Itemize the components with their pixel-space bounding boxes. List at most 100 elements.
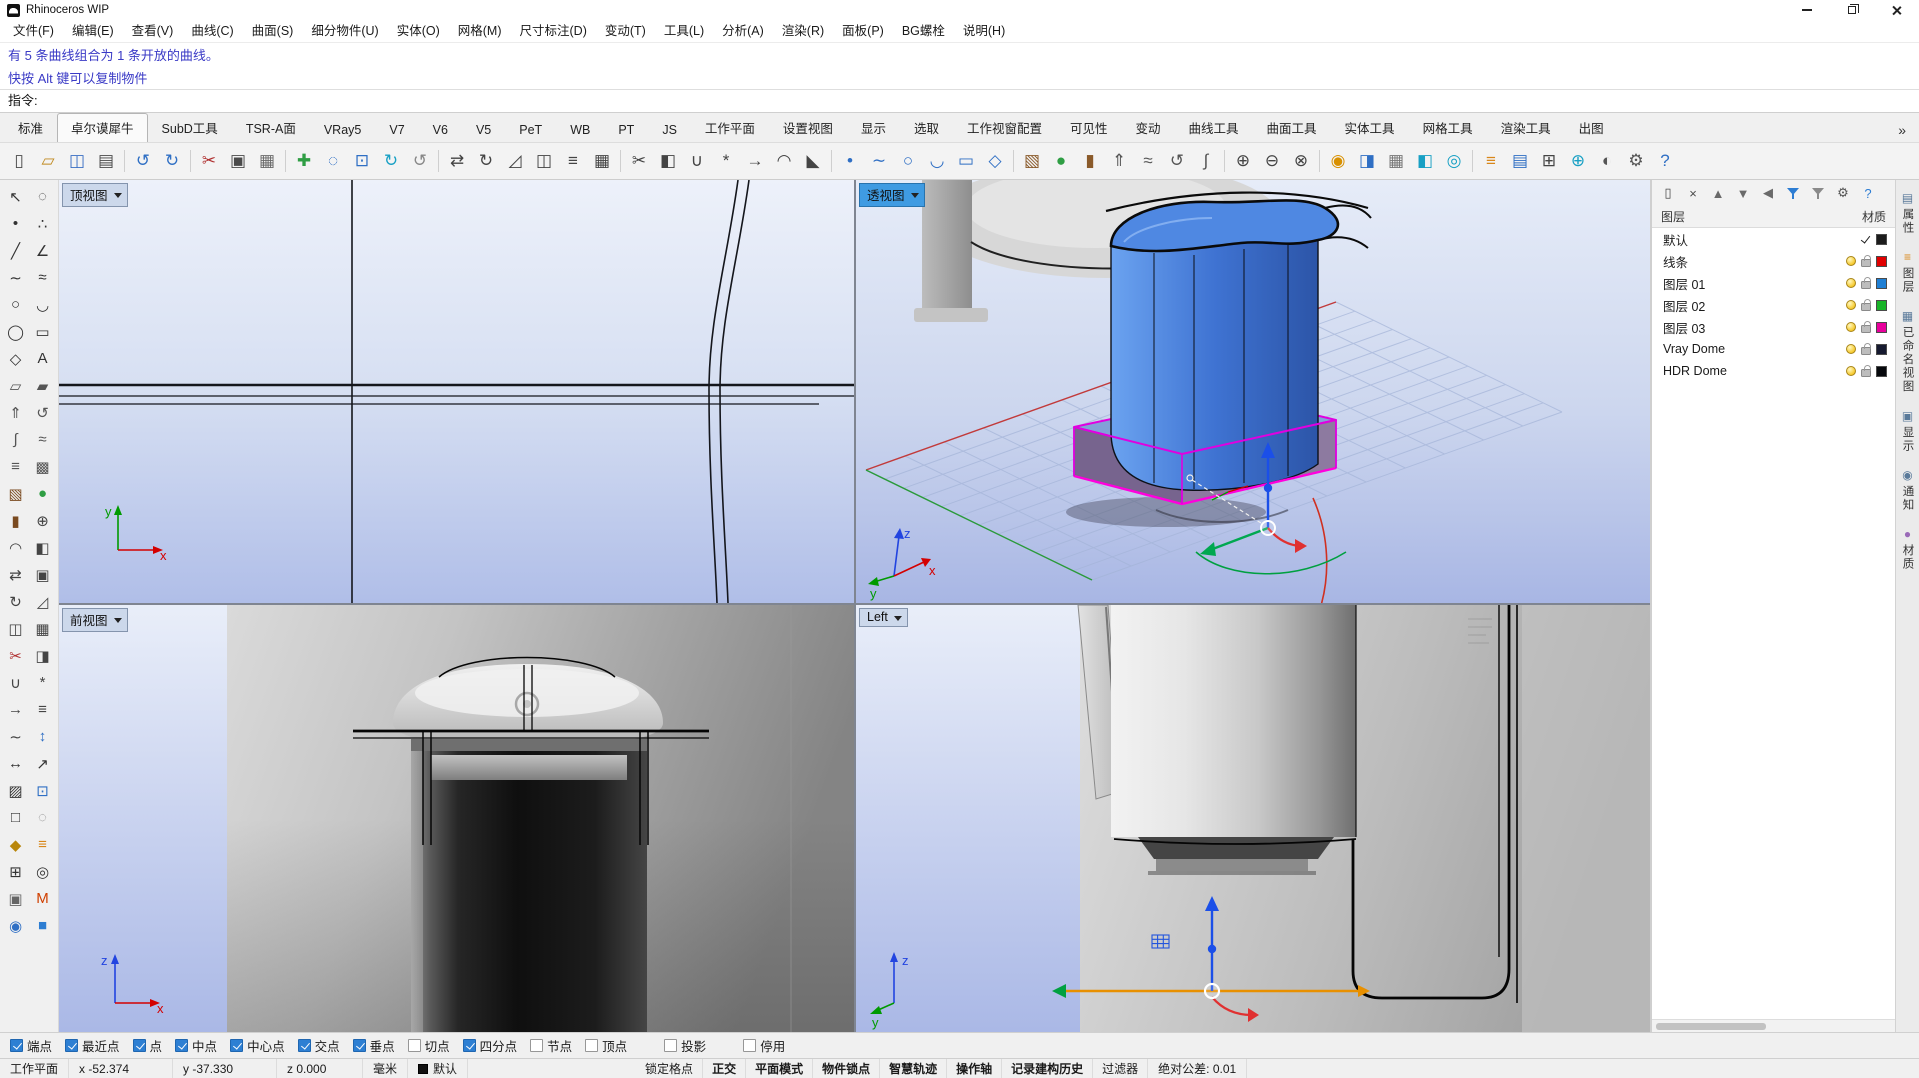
xray-mode-icon[interactable]: ◎: [1440, 147, 1468, 175]
status-toggle-6[interactable]: 操作轴: [947, 1059, 1003, 1078]
tab-2[interactable]: 卓尔谟犀牛: [57, 113, 148, 142]
zoom-extents-icon[interactable]: ⊡: [348, 147, 376, 175]
checkbox-icon[interactable]: [297, 1039, 311, 1052]
filter-layers-icon[interactable]: [1784, 184, 1802, 202]
extend-icon[interactable]: →: [741, 147, 769, 175]
hide-icon[interactable]: ◌: [29, 804, 56, 831]
scale-icon[interactable]: ◿: [501, 147, 529, 175]
layer-lock-icon[interactable]: [1861, 255, 1871, 267]
osnap-toggle-13[interactable]: 停用: [743, 1036, 785, 1055]
blend-icon[interactable]: ∼: [2, 723, 29, 750]
save-icon[interactable]: ◫: [63, 147, 91, 175]
osnap-toggle-8[interactable]: 切点: [407, 1036, 450, 1055]
lock-icon[interactable]: ◆: [2, 831, 29, 858]
move-layer-down-icon[interactable]: ▼: [1734, 184, 1752, 202]
tab-3[interactable]: SubD工具: [148, 113, 232, 142]
osnap-toggle-2[interactable]: 最近点: [65, 1036, 120, 1055]
help-icon[interactable]: ?: [1651, 147, 1679, 175]
curve-icon[interactable]: ∼: [2, 264, 29, 291]
side-tab-1[interactable]: ▤ 属性: [1900, 192, 1916, 235]
new-file-icon[interactable]: ▯: [5, 147, 33, 175]
menu-item-12[interactable]: 分析(A): [713, 20, 773, 42]
checkbox-icon[interactable]: [664, 1039, 678, 1052]
tab-19[interactable]: 变动: [1122, 113, 1175, 142]
mirror-icon[interactable]: ◫: [530, 147, 558, 175]
surface-corner-icon[interactable]: ▰: [29, 372, 56, 399]
menu-item-2[interactable]: 编辑(E): [63, 20, 123, 42]
analyze-direction-icon[interactable]: ↕: [29, 723, 56, 750]
copy-clipboard-icon[interactable]: ▣: [224, 147, 252, 175]
box-icon[interactable]: ▧: [2, 480, 29, 507]
dimension-icon[interactable]: ↔: [2, 750, 29, 777]
menu-item-15[interactable]: BG螺栓: [893, 20, 954, 42]
layer-visibility-icon[interactable]: [1846, 344, 1856, 354]
tab-8[interactable]: V5: [462, 118, 505, 142]
undo-view-icon[interactable]: ↺: [406, 147, 434, 175]
viewport-title-left[interactable]: Left: [859, 608, 908, 627]
side-tab-4[interactable]: ▣ 显示: [1900, 410, 1916, 453]
cylinder-icon[interactable]: ▮: [2, 507, 29, 534]
osnap-toggle-9[interactable]: 四分点: [462, 1036, 517, 1055]
menu-item-14[interactable]: 面板(P): [833, 20, 893, 42]
perspective-viewport-canvas[interactable]: z x y: [856, 180, 1650, 603]
osnap-toggle-12[interactable]: 投影: [664, 1036, 706, 1055]
zoom-window-icon[interactable]: ◌: [319, 147, 347, 175]
sweep-icon[interactable]: ∫: [1192, 147, 1220, 175]
sphere-icon[interactable]: ●: [1047, 147, 1075, 175]
copy-icon[interactable]: ▣: [29, 561, 56, 588]
tab-23[interactable]: 网格工具: [1409, 113, 1487, 142]
ghosted-mode-icon[interactable]: ◧: [1411, 147, 1439, 175]
tab-12[interactable]: JS: [648, 118, 691, 142]
menu-item-10[interactable]: 变动(T): [596, 20, 655, 42]
front-viewport-canvas[interactable]: z x: [59, 605, 854, 1032]
revolve-surface-icon[interactable]: ↺: [29, 399, 56, 426]
tab-11[interactable]: PT: [604, 118, 648, 142]
checkbox-icon[interactable]: [407, 1039, 421, 1052]
menu-item-16[interactable]: 说明(H): [954, 20, 1014, 42]
mirror-icon[interactable]: ◫: [2, 615, 29, 642]
checkbox-icon[interactable]: [352, 1039, 366, 1052]
viewport-title-perspective[interactable]: 透视图: [859, 183, 925, 207]
menu-item-3[interactable]: 查看(V): [123, 20, 183, 42]
tab-9[interactable]: PeT: [505, 118, 556, 142]
polygon-icon[interactable]: ◇: [981, 147, 1009, 175]
select-brush-icon[interactable]: ◌: [29, 183, 56, 210]
menu-item-8[interactable]: 网格(M): [449, 20, 511, 42]
polygon-icon[interactable]: ◇: [2, 345, 29, 372]
minimize-button[interactable]: [1784, 0, 1829, 20]
layer-color-swatch[interactable]: [1876, 321, 1887, 333]
render-icon[interactable]: ◉: [1324, 147, 1352, 175]
fillet-icon[interactable]: ◠: [770, 147, 798, 175]
checkbox-icon[interactable]: [175, 1039, 189, 1052]
array-icon[interactable]: ▦: [588, 147, 616, 175]
split-icon[interactable]: ◨: [29, 642, 56, 669]
tab-10[interactable]: WB: [556, 118, 604, 142]
layer-lock-icon[interactable]: [1861, 343, 1871, 355]
checkbox-icon[interactable]: [462, 1039, 476, 1052]
circle-icon[interactable]: ○: [2, 291, 29, 318]
text-icon[interactable]: A: [29, 345, 56, 372]
block-icon[interactable]: ⊡: [29, 777, 56, 804]
boolean-intersection-icon[interactable]: ⊗: [1287, 147, 1315, 175]
cylinder-icon[interactable]: ▮: [1076, 147, 1104, 175]
cplane-pane-button[interactable]: 工作平面: [0, 1059, 70, 1078]
join-icon[interactable]: ∪: [683, 147, 711, 175]
viewport-title-top[interactable]: 顶视图: [62, 183, 128, 207]
curve-icon[interactable]: ∼: [865, 147, 893, 175]
checkbox-icon[interactable]: [530, 1039, 544, 1052]
gumball-origin[interactable]: [1260, 520, 1276, 536]
explode-icon[interactable]: *: [712, 147, 740, 175]
leader-icon[interactable]: ↗: [29, 750, 56, 777]
tab-17[interactable]: 工作视窗配置: [953, 113, 1056, 142]
layers-horizontal-scrollbar[interactable]: [1652, 1019, 1895, 1032]
menu-item-9[interactable]: 尺寸标注(D): [511, 20, 596, 42]
tab-24[interactable]: 渲染工具: [1487, 113, 1565, 142]
extrude-surface-icon[interactable]: ⇑: [2, 399, 29, 426]
layer-visibility-icon[interactable]: [1846, 366, 1856, 376]
sweep2-icon[interactable]: ≈: [29, 426, 56, 453]
extrude-icon[interactable]: ⇑: [1105, 147, 1133, 175]
arc-icon[interactable]: ◡: [29, 291, 56, 318]
osnap-toggle-4[interactable]: 中点: [175, 1036, 217, 1055]
layer-row-2[interactable]: 线条: [1652, 250, 1895, 272]
record-history-icon[interactable]: ◐: [1593, 147, 1621, 175]
